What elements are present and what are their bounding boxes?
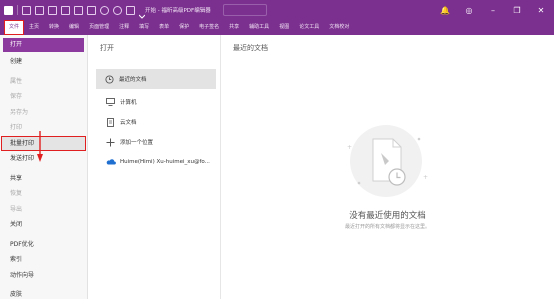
menu-bar: 文件 主页 转换 编辑 页面管理 注释 填写 表单 保护 电子签名 共享 辅助工… xyxy=(0,20,554,35)
nav-save-as[interactable]: 另存为 xyxy=(0,105,87,121)
nav-action-wizard[interactable]: 动作向导 xyxy=(0,268,87,284)
empty-state-subtitle: 最近打开的所有文档都将显示在这里。 xyxy=(344,224,430,230)
plus-icon xyxy=(106,138,115,147)
app-logo-icon[interactable] xyxy=(4,5,13,15)
location-label: 添加一个位置 xyxy=(120,140,154,146)
cloud-doc-icon xyxy=(106,118,115,127)
empty-document-illustration-icon: + + xyxy=(347,125,428,197)
account-icon[interactable]: ◎ xyxy=(462,6,476,15)
zoom-icon[interactable] xyxy=(87,5,96,15)
recent-documents-panel: 最近的文档 + + 没有最近使用的文档 最近打开的所有文档都将显示在这里。 xyxy=(221,35,554,299)
save-icon[interactable] xyxy=(35,5,44,15)
document-title: 开始 - 福昕高级PDF编辑器 xyxy=(145,0,267,20)
menu-comment[interactable]: 注释 xyxy=(114,20,134,35)
location-cloud-docs[interactable]: 云文档 xyxy=(92,112,216,132)
title-search-box[interactable] xyxy=(222,4,267,16)
menu-edit[interactable]: 编辑 xyxy=(64,20,84,35)
menu-file[interactable]: 文件 xyxy=(4,20,25,35)
clock-icon xyxy=(105,75,114,84)
menu-protect[interactable]: 保护 xyxy=(174,20,194,35)
title-bar: 开始 - 福昕高级PDF编辑器 🔔 ◎ – ❐ ✕ xyxy=(0,0,554,20)
document-title-text: 开始 - 福昕高级PDF编辑器 xyxy=(145,8,211,14)
nav-restore[interactable]: 恢复 xyxy=(0,186,87,202)
nav-close[interactable]: 关闭 xyxy=(0,217,87,233)
nav-pdf-optimize[interactable]: PDF优化 xyxy=(0,237,87,253)
location-recent-docs[interactable]: 最近的文档 xyxy=(96,69,216,89)
nav-save[interactable]: 保存 xyxy=(0,89,87,105)
svg-text:+: + xyxy=(347,144,352,151)
nav-skin[interactable]: 皮肤 xyxy=(0,287,87,303)
menu-view[interactable]: 视图 xyxy=(274,20,294,35)
menu-page-manage[interactable]: 页面管理 xyxy=(84,20,114,35)
location-onedrive-account[interactable]: Huime(Himi) Xu-huimei_xu@fo... xyxy=(92,152,216,172)
monitor-icon xyxy=(106,98,115,106)
nav-properties[interactable]: 属性 xyxy=(0,74,87,90)
location-label: Huime(Himi) Xu-huimei_xu@fo... xyxy=(120,159,210,165)
print-icon[interactable] xyxy=(48,5,57,15)
location-computer[interactable]: 计算机 xyxy=(92,92,216,112)
restore-icon[interactable]: ❐ xyxy=(510,6,524,15)
menu-home[interactable]: 主页 xyxy=(24,20,44,35)
menu-assist-tools[interactable]: 辅助工具 xyxy=(244,20,274,35)
file-backstage-nav: 打开 创建 属性 保存 另存为 打印 批量打印 发送打印 共享 恢复 导出 关闭… xyxy=(0,35,88,299)
location-label: 最近的文档 xyxy=(119,77,147,83)
minimize-icon[interactable]: – xyxy=(486,6,500,15)
toolbar-divider xyxy=(17,5,18,15)
menu-paper-tools[interactable]: 论文工具 xyxy=(294,20,324,35)
undo-icon[interactable] xyxy=(100,5,109,15)
nav-open[interactable]: 打开 xyxy=(3,38,84,52)
svg-text:+: + xyxy=(423,174,428,181)
stamp-icon[interactable] xyxy=(126,5,135,15)
menu-proofread[interactable]: 文档校对 xyxy=(324,20,354,35)
menu-fill[interactable]: 填写 xyxy=(134,20,154,35)
recent-panel-heading: 最近的文档 xyxy=(233,44,268,52)
hand-tool-icon[interactable] xyxy=(61,5,70,15)
menu-esign[interactable]: 电子签名 xyxy=(194,20,224,35)
quick-access-toolbar xyxy=(0,5,146,19)
onedrive-icon xyxy=(106,158,116,166)
nav-share[interactable]: 共享 xyxy=(0,171,87,187)
empty-state-title: 没有最近使用的文档 xyxy=(349,211,426,221)
nav-index[interactable]: 索引 xyxy=(0,252,87,268)
menu-convert[interactable]: 转换 xyxy=(44,20,64,35)
notification-icon[interactable]: 🔔 xyxy=(438,6,452,15)
location-label: 云文档 xyxy=(120,120,137,126)
select-text-icon[interactable] xyxy=(74,5,83,15)
close-icon[interactable]: ✕ xyxy=(534,6,548,15)
open-file-icon[interactable] xyxy=(22,5,31,15)
nav-export[interactable]: 导出 xyxy=(0,202,87,218)
open-panel-heading: 打开 xyxy=(100,44,114,52)
nav-create[interactable]: 创建 xyxy=(0,54,87,70)
window-controls: 🔔 ◎ – ❐ ✕ xyxy=(438,0,548,20)
location-label: 计算机 xyxy=(120,100,137,106)
location-add-place[interactable]: 添加一个位置 xyxy=(92,132,216,152)
redo-icon[interactable] xyxy=(113,5,122,15)
open-locations-panel: 打开 最近的文档 计算机 云文档 添加一个位置 Huime(Himi) Xu-h… xyxy=(88,35,221,299)
menu-share[interactable]: 共享 xyxy=(224,20,244,35)
red-arrow-annotation xyxy=(37,131,43,162)
menu-form[interactable]: 表单 xyxy=(154,20,174,35)
